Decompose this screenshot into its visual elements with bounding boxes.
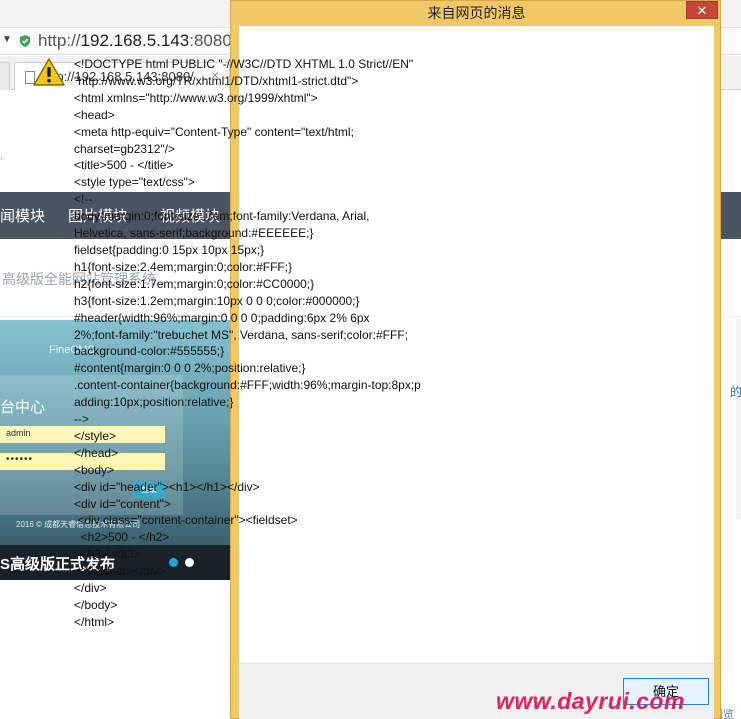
- message-line: <div id="content">: [74, 496, 171, 511]
- close-icon[interactable]: ✕: [686, 1, 718, 19]
- message-line: <style type="text/css">: [74, 175, 195, 190]
- slide-panel-title: 台中心: [0, 399, 46, 416]
- message-line: -->: [74, 412, 89, 427]
- message-line: <meta http-equiv="Content-Type" content=…: [74, 124, 354, 139]
- message-line: 2%;font-family:"trebuchet MS", Verdana, …: [74, 327, 408, 342]
- nav-item-news[interactable]: 闻模块: [0, 205, 45, 226]
- message-line: </body>: [74, 598, 118, 612]
- message-line: <div class="content-container"><fieldset…: [74, 513, 298, 528]
- chevron-down-icon[interactable]: ▼: [2, 34, 12, 45]
- message-line: <title>500 - </title>: [74, 158, 174, 173]
- message-line: charset=gb2312"/>: [74, 141, 176, 156]
- message-line: fieldset{padding:0 15px 10px 15px;}: [74, 242, 265, 257]
- message-line: </div>: [74, 581, 107, 596]
- dialog-title[interactable]: 来自网页的消息: [231, 1, 722, 26]
- message-line: </html>: [74, 614, 115, 629]
- message-line: background-color:#555555;}: [74, 344, 225, 359]
- message-line: <div id="header"><h1></h1></div>: [74, 479, 260, 494]
- side-link[interactable]: 的: [730, 383, 741, 400]
- right-gutter: [736, 319, 741, 519]
- message-line: <!DOCTYPE html PUBLIC "-//W3C//DTD XHTML…: [74, 57, 414, 71]
- page-fragment: .: [0, 151, 3, 162]
- message-line: <h2>500 - </h2>: [74, 530, 170, 545]
- message-line: #header{width:96%;margin:0 0 0 0;padding…: [74, 310, 370, 325]
- message-line: body{margin:0;font-size:.7em;font-family…: [74, 209, 370, 224]
- message-line: <html xmlns="http://www.w3.org/1999/xhtm…: [74, 90, 318, 105]
- dialog-message: <!DOCTYPE html PUBLIC "-//W3C//DTD XHTML…: [74, 56, 464, 631]
- message-line: h1{font-size:2.4em;margin:0;color:#FFF;}: [74, 259, 293, 274]
- tab-previous[interactable]: [0, 62, 10, 90]
- message-line: <body>: [74, 462, 115, 477]
- message-line: .content-container{background:#FFF;width…: [74, 378, 421, 393]
- message-line: </fieldset></div>: [74, 564, 166, 579]
- watermark: www.dayrui.com: [496, 688, 685, 714]
- message-line: "http://www.w3.org/TR/xhtml1/DTD/xhtml1-…: [74, 73, 359, 88]
- warning-icon: [33, 58, 65, 86]
- message-line: <h3>'</h3>: [74, 547, 142, 562]
- message-line: Helvetica, sans-serif;background:#EEEEEE…: [74, 226, 314, 241]
- message-line: h3{font-size:1.2em;margin:10px 0 0 0;col…: [74, 293, 360, 308]
- message-line: adding:10px;position:relative;}: [74, 395, 234, 410]
- message-line: <!--: [74, 192, 93, 207]
- message-line: <head>: [74, 107, 115, 122]
- address-url[interactable]: http://192.168.5.143:8080/: [38, 31, 237, 51]
- message-line: </head>: [74, 445, 119, 460]
- message-line: #content{margin:0 0 0 2%;position:relati…: [74, 361, 306, 376]
- message-line: </style>: [74, 428, 117, 443]
- shield-icon: [20, 35, 30, 47]
- message-line: h2{font-size:1.7em;margin:0;color:#CC000…: [74, 276, 315, 291]
